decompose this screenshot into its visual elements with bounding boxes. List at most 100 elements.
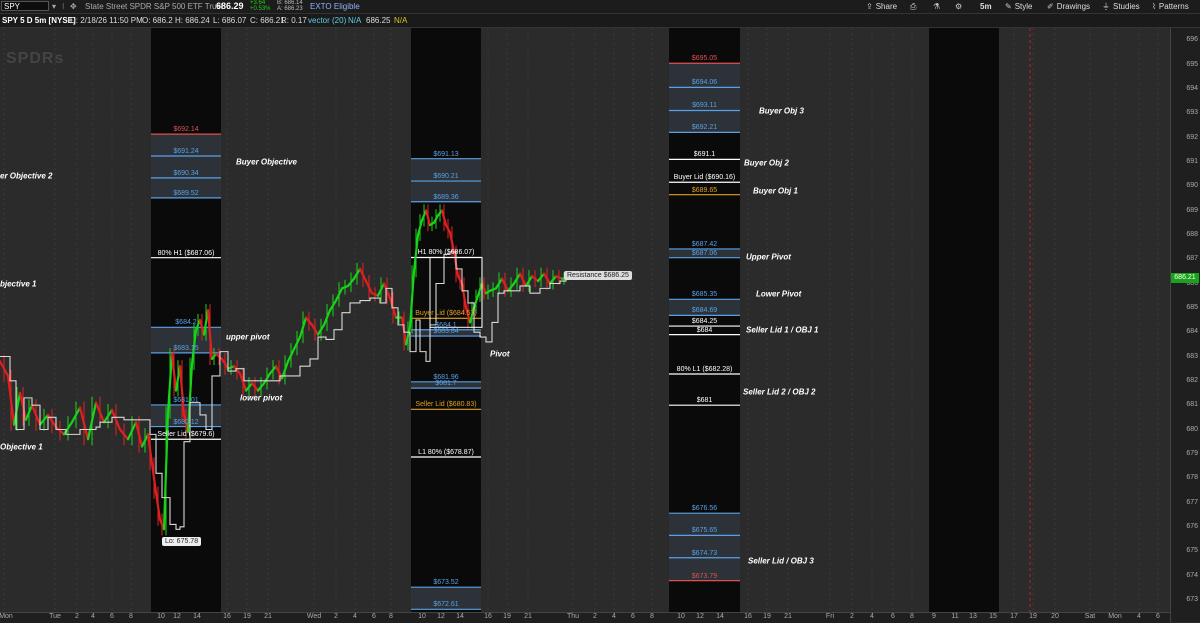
level-label: $689.52 <box>173 189 199 197</box>
time-tick: 21 <box>524 613 532 620</box>
price-chart[interactable]: SPDRs $692.14 $691.24 $690.34 $689.52 80% H1… <box>0 28 1170 612</box>
bar-range: R: 0.17 <box>281 16 307 25</box>
price-tick: 680 <box>1186 425 1198 433</box>
study-name[interactable]: vector (20) <box>308 15 346 26</box>
gear-icon: ⚙ <box>955 2 963 11</box>
level-label: $680.12 <box>173 418 199 426</box>
price-tick: 676 <box>1186 522 1198 530</box>
link-icon[interactable]: ⁝ <box>62 1 65 12</box>
session-column <box>929 28 999 612</box>
time-tick: 21 <box>264 613 272 620</box>
price-tick: 675 <box>1186 547 1198 555</box>
zone-label: bjective 1 <box>0 279 37 288</box>
price-tick: 679 <box>1186 449 1198 457</box>
time-tick: 4 <box>353 613 357 620</box>
level-label: $683.15 <box>173 344 199 352</box>
time-tick: Mon <box>0 613 13 620</box>
study-na-2: N/A <box>394 16 408 25</box>
drawings-button[interactable]: ✐ Drawings <box>1047 1 1090 12</box>
level-label: H1 80% ($686.07) <box>417 249 475 257</box>
time-tick: 12 <box>696 613 704 620</box>
print-button[interactable]: ⎙ <box>910 1 919 12</box>
studies-label: Studies <box>1113 2 1140 11</box>
current-price-tag: 686.21 <box>1171 273 1199 284</box>
time-tick: 11 <box>951 613 959 620</box>
time-tick: Fri <box>825 613 835 620</box>
level-label: $684.2 <box>175 319 197 327</box>
time-tick: 6 <box>372 613 376 620</box>
chart-title: SPY 5 D 5m [NYSE] <box>2 16 76 25</box>
level-label: $673.79 <box>691 572 718 580</box>
price-tick: 692 <box>1186 133 1198 141</box>
time-tick: 12 <box>173 613 181 620</box>
level-label: $694.06 <box>691 79 718 87</box>
chart-info-bar: SPY 5 D 5m [NYSE] D: 2/18/26 11:50 PM O:… <box>0 14 1200 28</box>
level-label: $692.14 <box>173 126 199 134</box>
price-tick: 695 <box>1186 60 1198 68</box>
flask-button[interactable]: ⚗ <box>933 1 943 12</box>
time-tick: 19 <box>243 613 251 620</box>
patterns-button[interactable]: ⌇ Patterns <box>1152 1 1189 12</box>
pencil-icon: ✐ <box>1047 2 1054 11</box>
vector-study-line <box>0 251 567 530</box>
studies-button[interactable]: ⏚ Studies <box>1102 1 1140 12</box>
study-na-1: N/A <box>348 16 362 25</box>
style-button[interactable]: ✎ Style <box>1005 1 1033 12</box>
time-tick: 9 <box>932 613 936 620</box>
time-tick: Wed <box>306 613 322 620</box>
price-tick: 694 <box>1186 84 1198 92</box>
time-tick: 4 <box>612 613 616 620</box>
price-tick: 693 <box>1186 109 1198 117</box>
zone-label: er Objective 2 <box>0 171 53 181</box>
price-tick: 682 <box>1186 376 1198 384</box>
time-tick: 16 <box>223 613 231 620</box>
study-value: 686.25 <box>366 16 391 25</box>
level-label: $673.52 <box>433 579 459 587</box>
time-tick: 8 <box>650 613 654 620</box>
price-tick: 673 <box>1186 595 1198 603</box>
exto-eligible: EXTO Eligible <box>310 2 360 11</box>
price-tick: 684 <box>1186 328 1198 336</box>
symbol-input[interactable]: SPY <box>1 1 49 11</box>
price-axis[interactable]: 6966956946936926916906896886876866856846… <box>1170 28 1200 622</box>
symbol-dropdown-icon[interactable]: ▾ <box>52 1 56 12</box>
zone-label: Seller Lid 1 / OBJ 1 <box>746 325 819 335</box>
time-axis[interactable]: Mon Tue 2 4 6 8 10 12 14 16 19 21 Wed 2 4 6 8 10 12 14 16 19 2… <box>0 612 1170 623</box>
symbol-menu-icon[interactable]: ✥ <box>70 1 77 12</box>
time-tick: 2 <box>334 613 338 620</box>
price-tick: 691 <box>1186 157 1198 165</box>
share-label: Share <box>875 2 898 11</box>
time-tick: Mon <box>1108 613 1122 620</box>
level-label: $695.05 <box>691 55 718 63</box>
low-callout: Lo: 675.78 <box>162 536 202 546</box>
studies-icon: ⏚ <box>1102 2 1110 11</box>
last-price: 686.29 <box>216 1 244 11</box>
time-tick: Sat <box>1084 613 1096 620</box>
time-tick: Thu <box>566 613 580 620</box>
time-tick: 10 <box>157 613 165 620</box>
level-label: $681.01 <box>173 396 199 404</box>
timeframe-button[interactable]: 5m <box>980 1 992 12</box>
level-label: $689.65 <box>691 186 718 194</box>
level-label: $675.65 <box>691 527 718 535</box>
price-tick: 683 <box>1186 352 1198 360</box>
top-toolbar: SPY ▾ ⁝ ✥ State Street SPDR S&P 500 ETF … <box>0 0 1200 14</box>
time-tick: 13 <box>969 613 977 620</box>
time-tick: 16 <box>744 613 752 620</box>
price-tick: 690 <box>1186 182 1198 190</box>
bar-date: D: 2/18/26 11:50 PM <box>70 16 143 25</box>
level-label: L1 80% ($678.87) <box>418 448 474 456</box>
level-label: $681 <box>696 397 713 405</box>
patterns-icon: ⌇ <box>1152 2 1156 11</box>
price-tick: 687 <box>1186 255 1198 263</box>
level-label: 80% H1 ($687.06) <box>157 249 215 257</box>
settings-button[interactable]: ⚙ <box>955 1 965 12</box>
symbol-description: State Street SPDR S&P 500 ETF Trust <box>85 2 223 11</box>
zone-label: Seller Lid / OBJ 3 <box>748 556 814 566</box>
time-tick: 19 <box>763 613 771 620</box>
share-button[interactable]: ⇪ Share <box>866 1 897 12</box>
level-label: $687.42 <box>691 240 718 248</box>
level-label: $690.34 <box>173 169 199 177</box>
time-tick: 19 <box>1029 613 1037 620</box>
print-icon: ⎙ <box>910 2 917 11</box>
